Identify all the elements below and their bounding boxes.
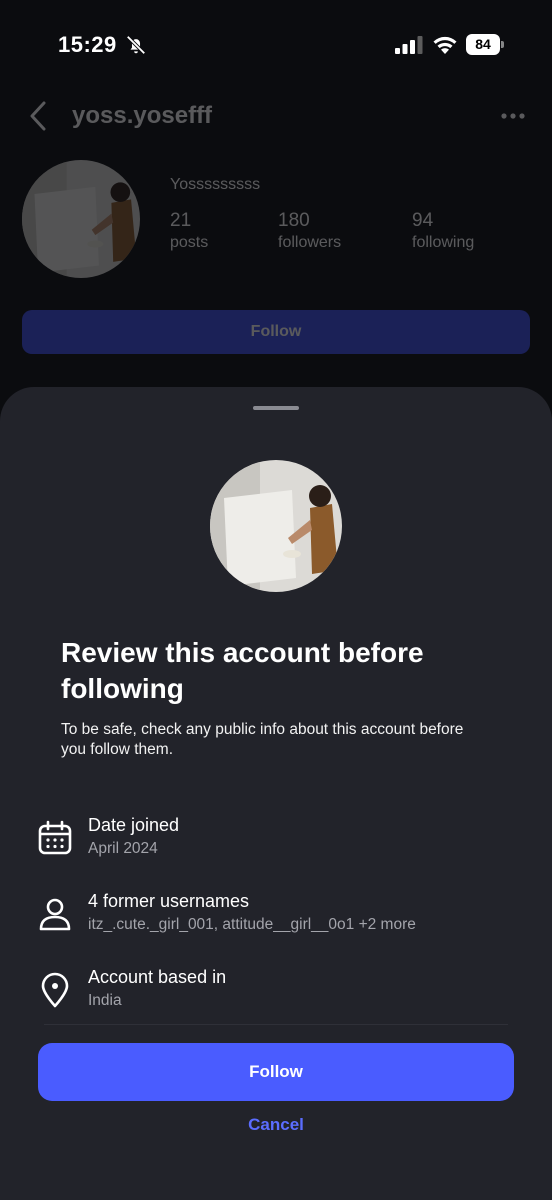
stat-label: following [412, 234, 475, 251]
person-icon [39, 898, 71, 931]
stat-value: 21 [170, 210, 192, 231]
info-row-former-usernames[interactable]: 4 former usernames itz_.cute._girl_001, … [36, 891, 516, 941]
stat-label: posts [170, 234, 209, 251]
info-value: itz_.cute._girl_001, attitude__girl__0o1… [88, 916, 416, 933]
stat-followers[interactable]: 180 followers [278, 210, 341, 252]
more-options-icon[interactable] [500, 112, 526, 120]
battery-icon: 84 [466, 34, 504, 55]
stat-value: 94 [412, 210, 434, 231]
location-pin-icon [41, 972, 69, 1008]
sheet-drag-handle[interactable] [253, 406, 299, 410]
stat-value: 180 [278, 210, 310, 231]
bell-slash-icon [126, 35, 146, 55]
review-account-sheet: Review this account before following To … [0, 387, 552, 1200]
stat-following[interactable]: 94 following [412, 210, 474, 252]
profile-follow-button[interactable]: Follow [22, 310, 530, 354]
profile-username: yoss.yosefff [72, 102, 213, 129]
profile-display-name: Yosssssssss [170, 176, 261, 193]
status-time: 15:29 [58, 32, 117, 57]
stat-label: followers [278, 234, 342, 251]
info-label: Date joined [88, 815, 180, 835]
info-value: India [88, 992, 122, 1009]
divider [44, 1024, 508, 1025]
info-row-account-based-in: Account based in India [36, 967, 516, 1017]
info-value: April 2024 [88, 840, 158, 857]
stat-posts[interactable]: 21 posts [170, 210, 208, 252]
profile-avatar[interactable] [22, 160, 140, 278]
follow-button[interactable]: Follow [38, 1043, 514, 1101]
profile-header: yoss.yosefff Yosssssssss 21 posts 180 fo… [0, 90, 552, 410]
sheet-description: To be safe, check any public info about … [61, 721, 464, 758]
back-chevron-icon[interactable] [28, 100, 48, 132]
sheet-title: Review this account before following [61, 637, 424, 704]
status-bar: 15:29 84 [0, 0, 552, 90]
info-label: 4 former usernames [88, 891, 250, 911]
calendar-icon [38, 820, 72, 855]
wifi-icon [433, 36, 457, 54]
signal-icon [395, 36, 423, 54]
cancel-button[interactable]: Cancel [176, 1115, 376, 1141]
info-row-date-joined: Date joined April 2024 [36, 815, 516, 865]
sheet-avatar [210, 460, 342, 592]
info-label: Account based in [88, 967, 227, 987]
battery-level: 84 [466, 34, 500, 55]
